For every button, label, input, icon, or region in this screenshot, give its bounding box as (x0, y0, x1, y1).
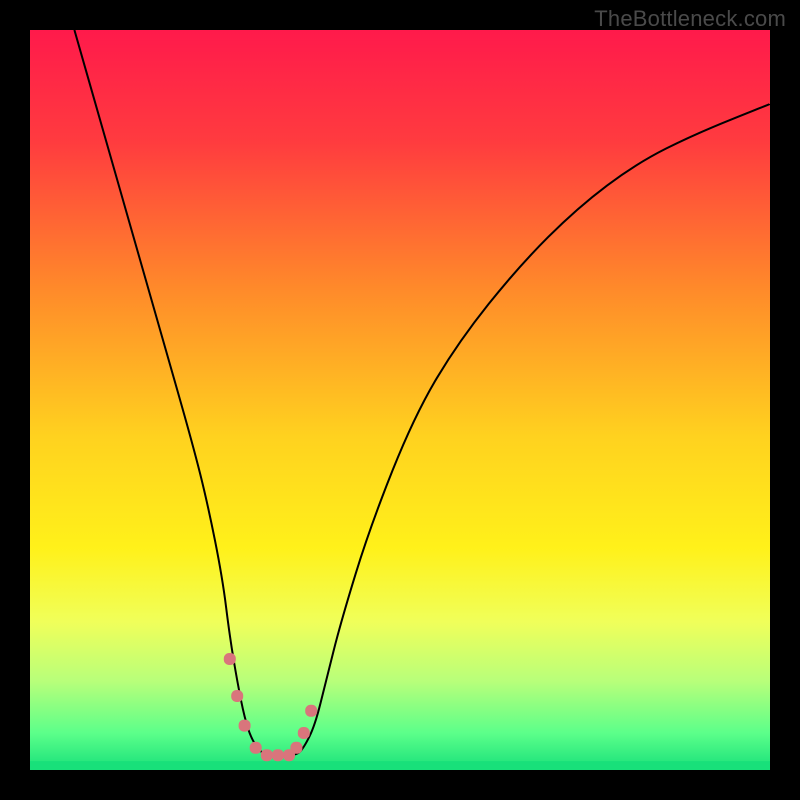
highlight-dot (224, 653, 236, 665)
highlight-dot (290, 742, 302, 754)
highlight-dot (305, 705, 317, 717)
highlight-dot (239, 720, 251, 732)
highlight-dot (231, 690, 243, 702)
highlight-dot (261, 749, 273, 761)
highlight-dot (272, 749, 284, 761)
plot-area (30, 30, 770, 770)
green-floor (30, 761, 770, 770)
chart-frame: TheBottleneck.com (0, 0, 800, 800)
plot-svg (30, 30, 770, 770)
highlight-dot (250, 742, 262, 754)
watermark-text: TheBottleneck.com (594, 6, 786, 32)
highlight-dot (298, 727, 310, 739)
gradient-background (30, 30, 770, 770)
